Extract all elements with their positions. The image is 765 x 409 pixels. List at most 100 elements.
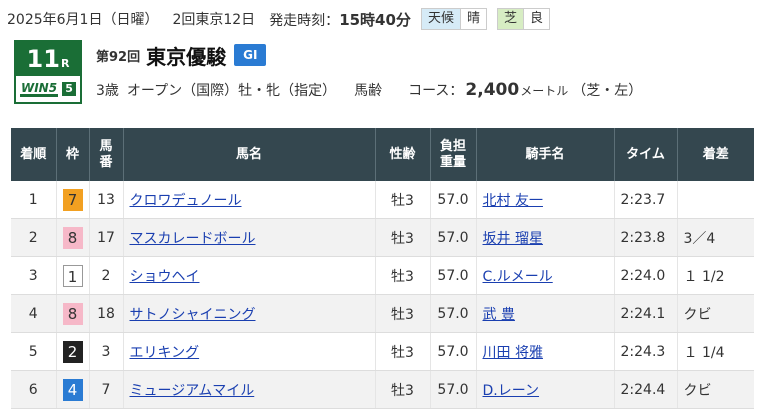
jockey-cell: 川田 将雅	[476, 332, 615, 371]
col-frame: 枠	[56, 128, 90, 181]
rank-cell: 4	[11, 294, 57, 333]
race-edition: 第92回	[96, 49, 141, 65]
time-cell: 2:24.1	[614, 294, 678, 333]
sex-age-cell: 牡3	[375, 294, 431, 333]
jockey-link[interactable]: 坂井 瑠星	[483, 231, 543, 247]
rank-cell: 1	[11, 181, 57, 219]
win5-logo: WIN5 5	[16, 76, 80, 102]
course-label: コース：	[408, 83, 464, 99]
weather-label: 天候	[421, 9, 460, 29]
meeting-info: 2回東京12日	[172, 12, 256, 28]
frame-badge: 8	[62, 302, 83, 325]
race-name: 東京優駿	[146, 44, 227, 69]
time-cell: 2:24.3	[614, 332, 678, 371]
race-number: 11R	[16, 42, 80, 76]
win5-leg: 5	[62, 82, 77, 96]
frame-badge: 2	[62, 340, 83, 363]
horse-name-cell: マスカレードボール	[123, 218, 376, 257]
condition-age: 3歳	[96, 83, 119, 99]
horse-link[interactable]: ミュージアムマイル	[130, 383, 255, 399]
horse-name-cell: ミュージアムマイル	[123, 370, 376, 409]
weight-cell: 57.0	[430, 332, 477, 371]
horse-link[interactable]: エリキング	[130, 345, 200, 361]
jockey-link[interactable]: 武 豊	[483, 307, 515, 323]
frame-badge: 1	[62, 264, 83, 287]
race-conditions: 3歳 オープン（国際）牡・牝（指定） 馬齢 コース： 2,400 メートル （芝…	[96, 80, 642, 100]
sex-age-cell: 牡3	[375, 332, 431, 371]
time-cell: 2:23.7	[614, 181, 678, 219]
race-meta-bar: 2025年6月1日（日曜） 2回東京12日 発走時刻：15時40分 天候 晴 芝…	[7, 8, 560, 30]
horse-link[interactable]: サトノシャイニング	[130, 307, 256, 323]
col-sex-age: 性齢	[375, 128, 431, 181]
horse-number-cell: 3	[89, 332, 124, 371]
table-row: 6 4 7 ミュージアムマイル 牡3 57.0 D.レーン 2:24.4 クビ	[11, 370, 754, 409]
margin-cell	[677, 181, 754, 219]
jockey-cell: C.ルメール	[476, 256, 615, 295]
horse-name-cell: エリキング	[123, 332, 376, 371]
jockey-cell: 坂井 瑠星	[476, 218, 615, 257]
table-row: 5 2 3 エリキング 牡3 57.0 川田 将雅 2:24.3 １ 1/4	[11, 332, 754, 371]
rank-cell: 6	[11, 370, 57, 409]
horse-number-cell: 18	[89, 294, 124, 333]
time-cell: 2:24.4	[614, 370, 678, 409]
weight-cell: 57.0	[430, 181, 477, 219]
col-horse-name: 馬名	[123, 128, 376, 181]
jockey-link[interactable]: D.レーン	[483, 383, 540, 399]
jockey-link[interactable]: 川田 将雅	[483, 345, 543, 361]
surface-label: 芝	[497, 9, 523, 29]
weather-value: 晴	[459, 9, 486, 29]
distance-unit: メートル	[520, 84, 569, 98]
race-date: 2025年6月1日（日曜）	[7, 12, 159, 28]
jockey-link[interactable]: C.ルメール	[483, 269, 553, 285]
jockey-cell: D.レーン	[476, 370, 615, 409]
col-time: タイム	[614, 128, 678, 181]
horse-name-cell: サトノシャイニング	[123, 294, 376, 333]
grade-badge: GI	[234, 44, 267, 66]
race-number-badge: 11R WIN5 5	[14, 40, 82, 104]
horse-link[interactable]: マスカレードボール	[130, 231, 256, 247]
going-value: 良	[522, 9, 549, 29]
weight-rule: 馬齢	[354, 83, 383, 99]
margin-cell: クビ	[677, 294, 754, 333]
jockey-cell: 北村 友一	[476, 181, 615, 219]
weather-chip: 天候 晴	[420, 8, 487, 30]
frame-cell: 8	[56, 294, 90, 333]
table-row: 4 8 18 サトノシャイニング 牡3 57.0 武 豊 2:24.1 クビ	[11, 294, 754, 333]
table-row: 2 8 17 マスカレードボール 牡3 57.0 坂井 瑠星 2:23.8 3／4	[11, 218, 754, 257]
col-margin: 着差	[677, 128, 754, 181]
frame-badge: 7	[62, 188, 83, 211]
frame-cell: 4	[56, 370, 90, 409]
horse-number-cell: 17	[89, 218, 124, 257]
col-horse-number: 馬番	[89, 128, 124, 181]
weight-cell: 57.0	[430, 370, 477, 409]
table-row: 1 7 13 クロワデュノール 牡3 57.0 北村 友一 2:23.7	[11, 181, 754, 219]
course-detail: （芝・左）	[572, 83, 643, 99]
margin-cell: １ 1/2	[677, 256, 754, 295]
horse-name-cell: ショウヘイ	[123, 256, 376, 295]
margin-cell: １ 1/4	[677, 332, 754, 371]
post-time: 発走時刻：15時40分	[269, 10, 411, 29]
jockey-link[interactable]: 北村 友一	[483, 193, 543, 209]
margin-cell: クビ	[677, 370, 754, 409]
going-chip: 芝 良	[496, 8, 550, 30]
frame-badge: 8	[62, 226, 83, 249]
col-jockey: 騎手名	[476, 128, 615, 181]
distance: 2,400	[465, 80, 520, 100]
win5-icon: WIN5	[19, 80, 59, 97]
horse-number-cell: 7	[89, 370, 124, 409]
frame-cell: 8	[56, 218, 90, 257]
table-header-row: 着順 枠 馬番 馬名 性齢 負担重量 騎手名 タイム 着差	[11, 128, 754, 181]
condition-class: オープン（国際）牡・牝（指定）	[126, 83, 337, 99]
weight-cell: 57.0	[430, 218, 477, 257]
frame-badge: 4	[62, 378, 83, 401]
sex-age-cell: 牡3	[375, 256, 431, 295]
horse-link[interactable]: ショウヘイ	[130, 269, 200, 285]
rank-cell: 5	[11, 332, 57, 371]
col-rank: 着順	[11, 128, 57, 181]
rank-cell: 2	[11, 218, 57, 257]
time-cell: 2:24.0	[614, 256, 678, 295]
table-row: 3 1 2 ショウヘイ 牡3 57.0 C.ルメール 2:24.0 １ 1/2	[11, 256, 754, 295]
weight-cell: 57.0	[430, 256, 477, 295]
sex-age-cell: 牡3	[375, 218, 431, 257]
horse-link[interactable]: クロワデュノール	[130, 193, 242, 209]
